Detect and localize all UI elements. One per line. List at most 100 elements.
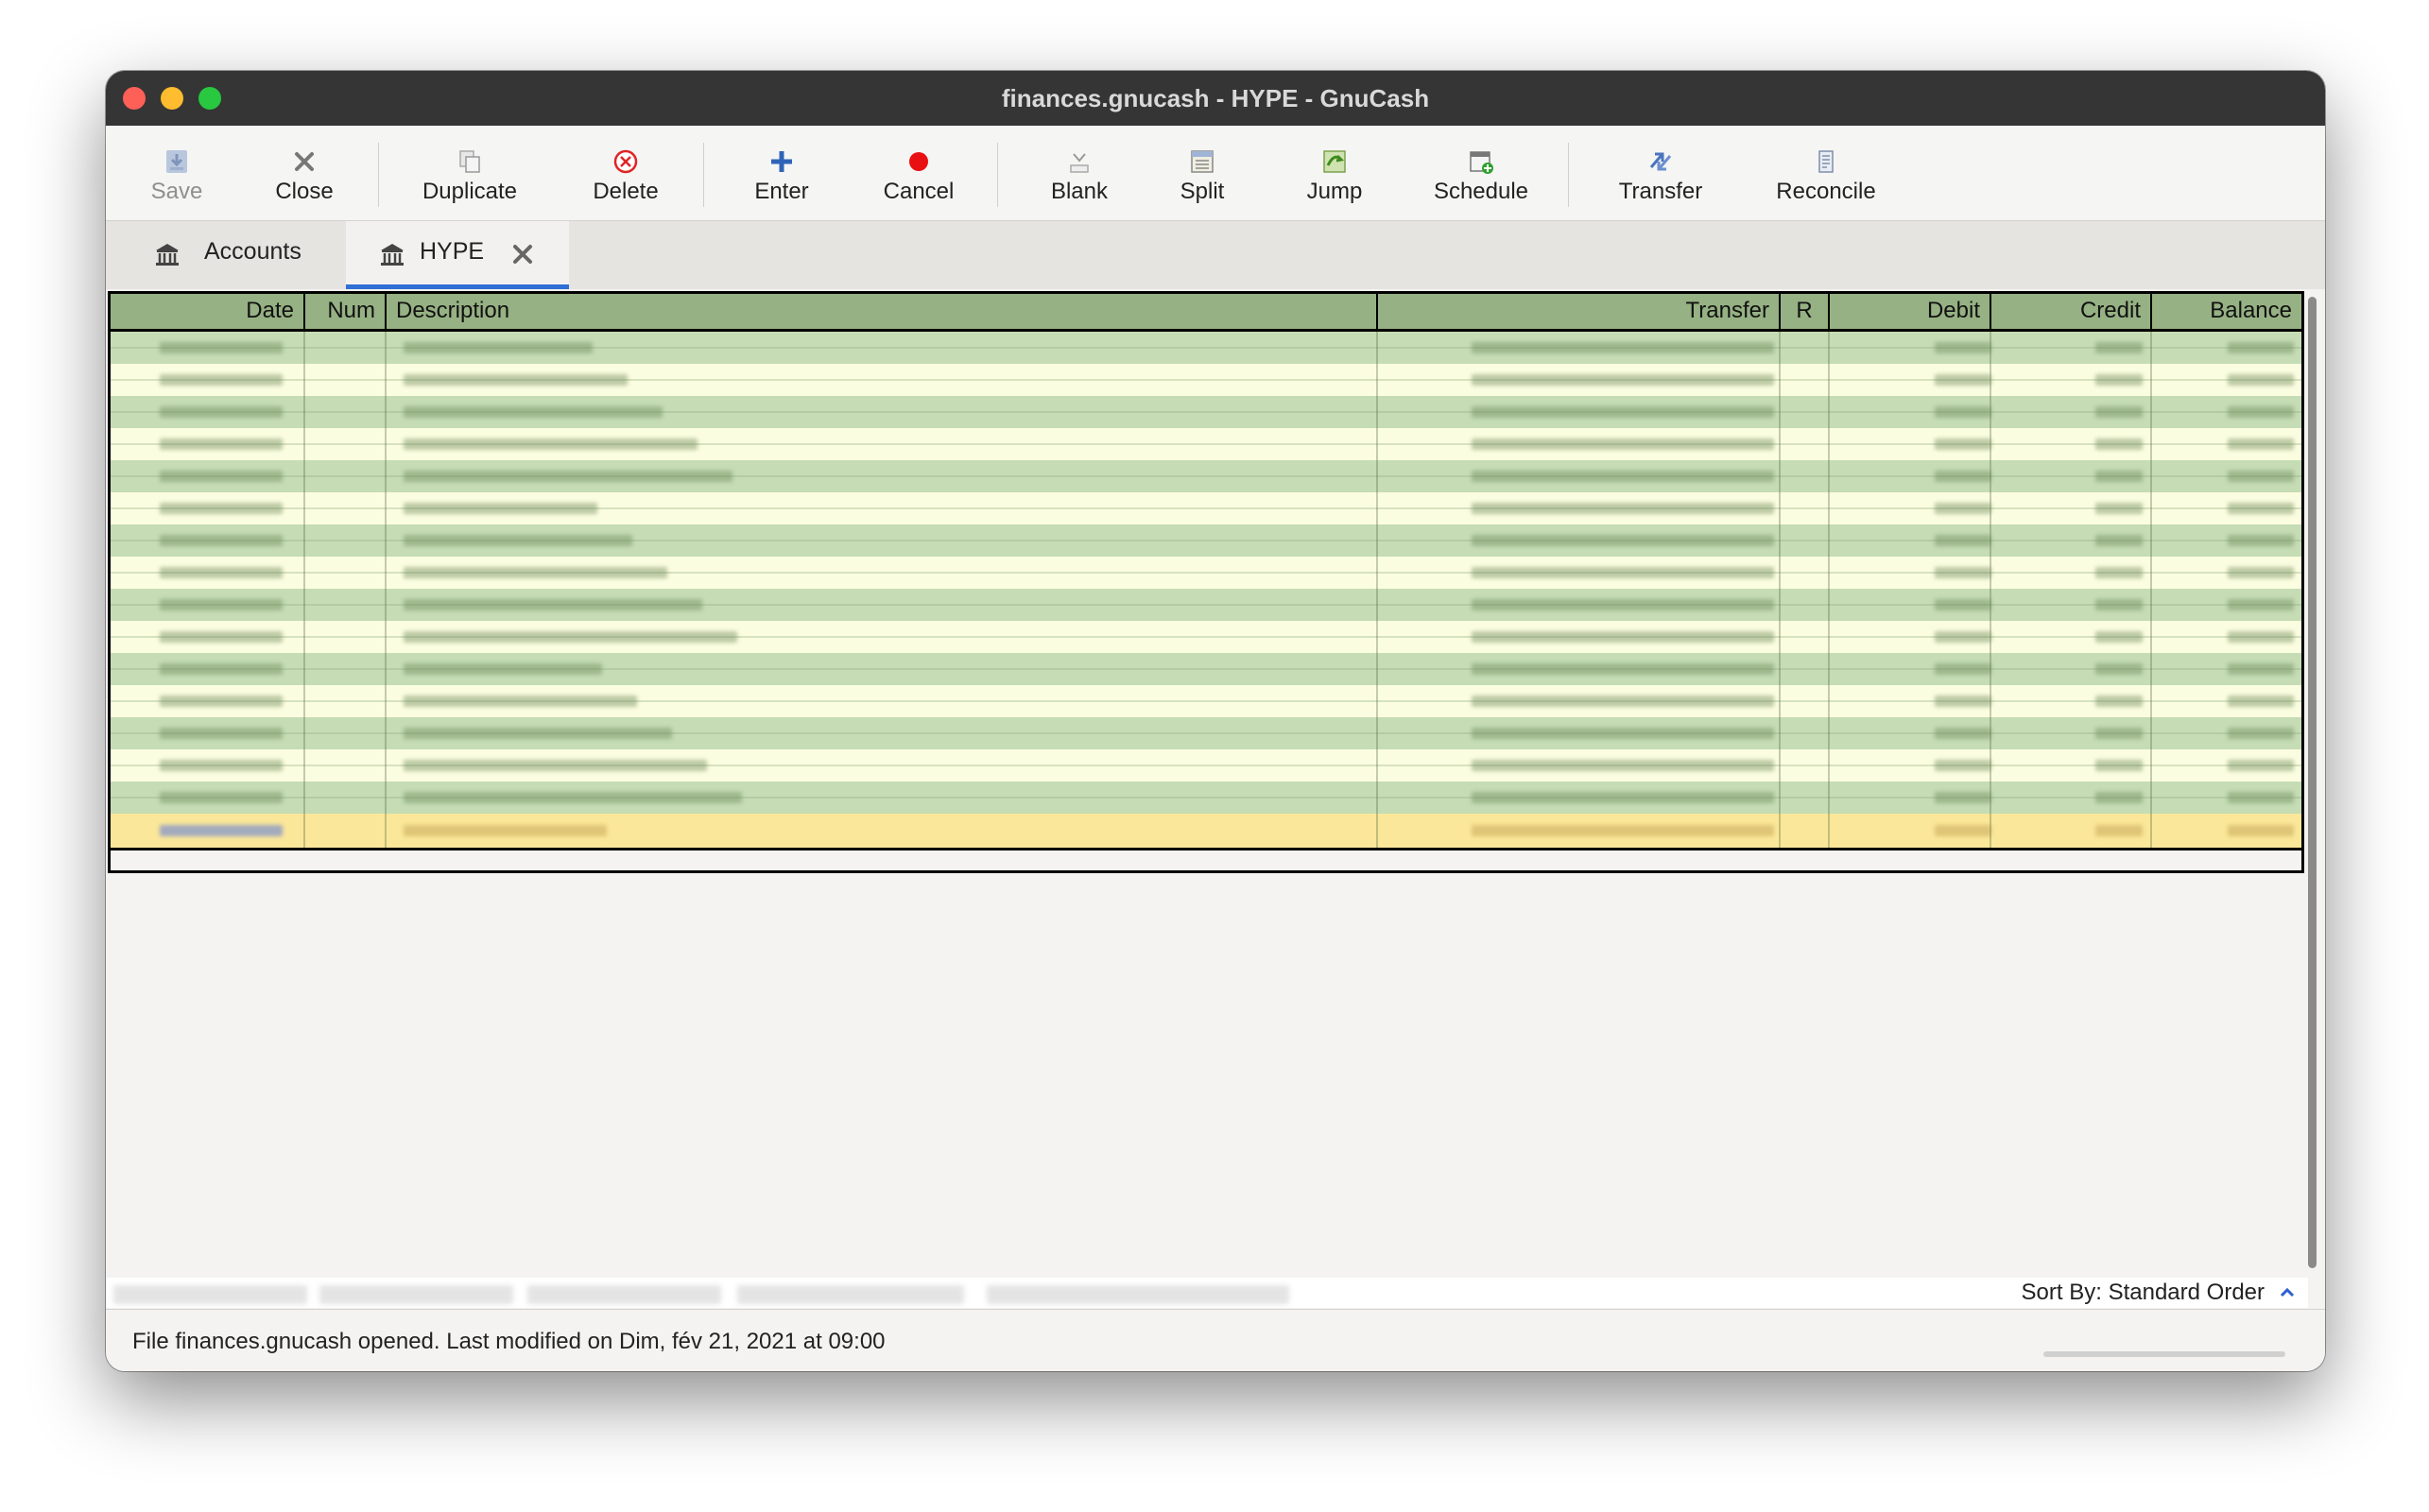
redacted-cell: [1935, 567, 1991, 578]
redacted-cell: [160, 567, 283, 578]
table-row[interactable]: [111, 782, 2301, 814]
table-row[interactable]: [111, 653, 2301, 685]
redacted-cell: [2228, 728, 2294, 739]
jump-button[interactable]: Jump: [1273, 126, 1396, 220]
duplicate-icon: [459, 150, 480, 173]
redacted-cell: [160, 374, 283, 386]
column-debit[interactable]: Debit: [1830, 294, 1990, 329]
sort-by-selector[interactable]: Sort By: Standard Order: [2022, 1278, 2265, 1308]
redacted-cell: [404, 792, 742, 803]
gnucash-window: finances.gnucash - HYPE - GnuCash Save C…: [106, 71, 2325, 1371]
table-row[interactable]: [111, 364, 2301, 396]
redacted-cell: [2228, 631, 2294, 643]
table-row[interactable]: [111, 749, 2301, 782]
tab-hype[interactable]: HYPE: [346, 221, 569, 289]
redacted-cell: [1935, 599, 1991, 610]
column-credit[interactable]: Credit: [1991, 294, 2150, 329]
redacted-cell: [2228, 663, 2294, 675]
redacted-cell: [1472, 599, 1774, 610]
column-reconciled[interactable]: R: [1781, 294, 1828, 329]
redacted-cell: [404, 696, 637, 707]
redacted-cell: [2228, 471, 2294, 482]
tab-bar: Accounts HYPE: [106, 221, 2325, 289]
redacted-cell: [1472, 471, 1774, 482]
redacted-cell: [404, 631, 737, 643]
duplicate-button[interactable]: Duplicate: [399, 126, 541, 220]
table-row[interactable]: [111, 428, 2301, 460]
redacted-cell: [1935, 503, 1991, 514]
redacted-cell: [160, 471, 283, 482]
close-window-button[interactable]: [123, 87, 146, 110]
close-button[interactable]: Close: [248, 126, 361, 220]
schedule-icon: [1470, 151, 1493, 174]
jump-icon: [1323, 150, 1346, 173]
table-row[interactable]: [111, 460, 2301, 492]
table-row[interactable]: [111, 589, 2301, 621]
transfer-button[interactable]: Transfer: [1590, 126, 1731, 220]
reconcile-icon: [1818, 150, 1834, 173]
column-date[interactable]: Date: [111, 294, 303, 329]
window-title: finances.gnucash - HYPE - GnuCash: [1001, 83, 1430, 112]
delete-button[interactable]: Delete: [560, 126, 692, 220]
table-row[interactable]: [111, 524, 2301, 557]
table-row[interactable]: [111, 492, 2301, 524]
reconcile-button[interactable]: Reconcile: [1750, 126, 1902, 220]
toolbar-separator: [378, 143, 379, 207]
redacted-cell: [1472, 696, 1774, 707]
redacted-cell: [404, 760, 707, 771]
column-num[interactable]: Num: [305, 294, 385, 329]
schedule-button[interactable]: Schedule: [1410, 126, 1552, 220]
redacted-cell: [160, 825, 283, 836]
redacted-cell: [1935, 792, 1991, 803]
blank-button[interactable]: Blank: [1013, 126, 1146, 220]
split-button[interactable]: Split: [1146, 126, 1259, 220]
table-row[interactable]: [111, 717, 2301, 749]
redacted-cell: [160, 760, 283, 771]
redacted-cell: [1935, 471, 1991, 482]
scrollbar-thumb[interactable]: [2308, 297, 2317, 1268]
redacted-cell: [160, 663, 283, 675]
redacted-cell: [1472, 374, 1774, 386]
redacted-cell: [1935, 406, 1991, 418]
zoom-window-button[interactable]: [198, 87, 221, 110]
tab-accounts[interactable]: Accounts: [106, 221, 342, 289]
redacted-cell: [404, 599, 702, 610]
chevron-up-icon[interactable]: [2276, 1281, 2299, 1304]
minimize-window-button[interactable]: [161, 87, 183, 110]
redacted-cell: [2228, 342, 2294, 353]
table-row[interactable]: [111, 814, 2301, 848]
redacted-cell: [1472, 406, 1774, 418]
column-grid-line: [303, 332, 305, 848]
column-balance[interactable]: Balance: [2152, 294, 2301, 329]
redacted-cell: [2095, 503, 2143, 514]
redacted-cell: [1935, 438, 1991, 450]
column-transfer[interactable]: Transfer: [1378, 294, 1779, 329]
redacted-cell: [2095, 663, 2143, 675]
close-tab-icon[interactable]: [507, 238, 539, 270]
save-button[interactable]: Save: [125, 126, 229, 220]
table-row[interactable]: [111, 557, 2301, 589]
table-row[interactable]: [111, 332, 2301, 364]
redacted-cell: [1472, 342, 1774, 353]
redacted-cell: [2095, 342, 2143, 353]
redacted-cell: [404, 825, 607, 836]
enter-button[interactable]: Enter: [720, 126, 843, 220]
table-row[interactable]: [111, 685, 2301, 717]
title-bar: finances.gnucash - HYPE - GnuCash: [106, 71, 2325, 126]
table-row[interactable]: [111, 396, 2301, 428]
column-description[interactable]: Description: [387, 294, 1376, 329]
summary-total-redacted: [319, 1285, 513, 1304]
redacted-cell: [1935, 760, 1991, 771]
redacted-cell: [1935, 728, 1991, 739]
save-icon: [166, 150, 187, 173]
cancel-button[interactable]: Cancel: [853, 126, 985, 220]
redacted-cell: [404, 406, 663, 418]
split-icon: [1191, 150, 1214, 173]
toolbar-separator: [1568, 143, 1569, 207]
vertical-scrollbar[interactable]: [2304, 291, 2321, 1274]
toolbar-separator: [703, 143, 704, 207]
table-row[interactable]: [111, 621, 2301, 653]
redacted-cell: [1472, 438, 1774, 450]
redacted-cell: [160, 599, 283, 610]
summary-total-redacted: [113, 1285, 307, 1304]
